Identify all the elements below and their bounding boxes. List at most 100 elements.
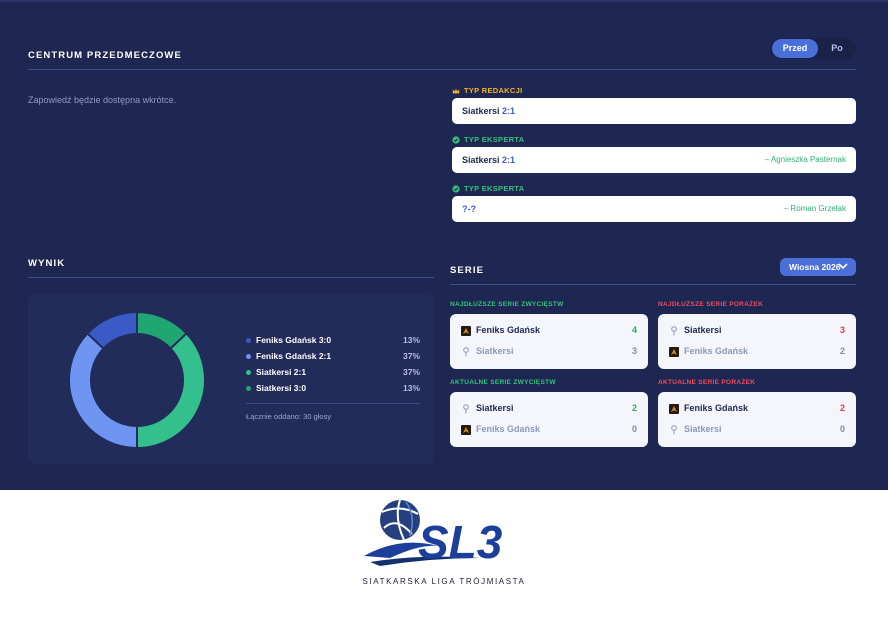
check-circle-icon bbox=[452, 184, 460, 193]
series-card: Siatkersi 2 Feniks Gdańsk 0 bbox=[450, 392, 648, 447]
series-row: Feniks Gdańsk 2 bbox=[669, 346, 845, 358]
series-value: 2 bbox=[631, 403, 637, 413]
siatkersi-logo-icon bbox=[463, 347, 469, 357]
poll-donut-chart bbox=[68, 311, 206, 449]
volleyball-icon bbox=[380, 499, 420, 541]
app-panel: CENTRUM PRZEDMECZOWE Przed Po Zapowiedź … bbox=[0, 0, 888, 490]
check-circle-icon bbox=[452, 135, 460, 144]
legend-dot bbox=[246, 370, 251, 375]
total-votes: Łącznie oddano: 30 głosy bbox=[246, 412, 332, 421]
result-divider bbox=[28, 277, 434, 278]
announcement-text: Zapowiedź będzie dostępna wkrótce. bbox=[28, 95, 177, 105]
feniks-logo-icon bbox=[669, 347, 679, 357]
top-border bbox=[0, 0, 888, 2]
tip-score: 2:1 bbox=[502, 155, 516, 165]
result-title: WYNIK bbox=[28, 258, 66, 269]
legend-label: Siatkersi 3:0 bbox=[256, 383, 307, 393]
series-row: Siatkersi 0 bbox=[669, 424, 845, 436]
series-heading: AKTUALNE SERIE PORAŻEK bbox=[658, 379, 756, 386]
siatkersi-logo-icon bbox=[463, 404, 469, 414]
feniks-logo-icon bbox=[669, 404, 679, 414]
series-value: 3 bbox=[839, 325, 845, 335]
tip-heading-expert-2: TYP EKSPERTA bbox=[452, 184, 524, 193]
series-team: Feniks Gdańsk bbox=[476, 424, 541, 434]
siatkersi-logo-icon bbox=[671, 326, 677, 336]
series-row: Siatkersi 2 bbox=[461, 403, 637, 415]
series-card: Feniks Gdańsk 4 Siatkersi 3 bbox=[450, 314, 648, 369]
series-card: Feniks Gdańsk 2 Siatkersi 0 bbox=[658, 392, 856, 447]
series-row: Feniks Gdańsk 0 bbox=[461, 424, 637, 436]
tip-team: Siatkersi bbox=[462, 106, 500, 116]
tip-heading-label: TYP REDAKCJI bbox=[464, 86, 523, 95]
legend-percent: 13% bbox=[402, 383, 420, 393]
series-row: Feniks Gdańsk 4 bbox=[461, 325, 637, 337]
series-value: 0 bbox=[839, 424, 845, 434]
series-title: SERIE bbox=[450, 265, 485, 276]
tip-card-expert-2: ?-? – Roman Grzelak bbox=[452, 196, 856, 222]
chevron-down-icon bbox=[838, 263, 848, 270]
series-row: Siatkersi 3 bbox=[461, 346, 637, 358]
season-dropdown[interactable]: Wiosna 2026 bbox=[780, 258, 856, 276]
series-team: Siatkersi bbox=[476, 346, 514, 356]
series-team: Siatkersi bbox=[684, 424, 722, 434]
tip-value: ?-? bbox=[462, 196, 476, 222]
legend-row: Feniks Gdańsk 3:0 13% bbox=[246, 335, 420, 347]
logo-text: SL3 bbox=[418, 516, 503, 568]
legend-label: Feniks Gdańsk 2:1 bbox=[256, 351, 332, 361]
legend-dot bbox=[246, 386, 251, 391]
tip-author: – Agnieszka Pasternak bbox=[764, 155, 846, 164]
toggle-before[interactable]: Przed bbox=[772, 39, 818, 58]
series-heading: AKTUALNE SERIE ZWYCIĘSTW bbox=[450, 379, 556, 386]
siatkersi-logo-icon bbox=[671, 425, 677, 435]
tip-heading-label: TYP EKSPERTA bbox=[464, 184, 525, 193]
legend-label: Siatkersi 2:1 bbox=[256, 367, 307, 377]
tip-heading-editorial: TYP REDAKCJI bbox=[452, 86, 522, 95]
tip-author: – Roman Grzelak bbox=[783, 204, 846, 213]
legend-label: Feniks Gdańsk 3:0 bbox=[256, 335, 332, 345]
tip-value: Siatkersi 2:1 bbox=[462, 147, 515, 173]
tip-score: ?-? bbox=[462, 204, 476, 214]
legend-percent: 37% bbox=[402, 351, 420, 361]
tip-heading-label: TYP EKSPERTA bbox=[464, 135, 525, 144]
footer: SL3 SIATKARSKA LIGA TRÓJMIASTA bbox=[0, 490, 888, 630]
series-row: Siatkersi 3 bbox=[669, 325, 845, 337]
series-value: 2 bbox=[839, 403, 845, 413]
series-value: 4 bbox=[631, 325, 637, 335]
series-row: Feniks Gdańsk 2 bbox=[669, 403, 845, 415]
tip-card-expert-1: Siatkersi 2:1 – Agnieszka Pasternak bbox=[452, 147, 856, 173]
series-team: Feniks Gdańsk bbox=[684, 346, 749, 356]
series-divider bbox=[450, 284, 856, 285]
donut-slice bbox=[68, 332, 138, 449]
legend-dot bbox=[246, 354, 251, 359]
series-team: Feniks Gdańsk bbox=[476, 325, 541, 335]
legend-row: Siatkersi 3:0 13% bbox=[246, 383, 420, 395]
series-heading: NAJDŁUŻSZE SERIE ZWYCIĘSTW bbox=[450, 301, 564, 308]
feniks-logo-icon bbox=[461, 425, 471, 435]
prematch-title: CENTRUM PRZEDMECZOWE bbox=[28, 50, 182, 61]
series-value: 2 bbox=[839, 346, 845, 356]
toggle-after[interactable]: Po bbox=[820, 39, 854, 58]
league-name: SIATKARSKA LIGA TRÓJMIASTA bbox=[362, 577, 526, 586]
tip-heading-expert-1: TYP EKSPERTA bbox=[452, 135, 524, 144]
series-value: 0 bbox=[631, 424, 637, 434]
donut-slice bbox=[136, 332, 206, 449]
legend-dot bbox=[246, 338, 251, 343]
legend-percent: 37% bbox=[402, 367, 420, 377]
sl3-logo: SL3 bbox=[364, 499, 503, 568]
series-card: Siatkersi 3 Feniks Gdańsk 2 bbox=[658, 314, 856, 369]
series-team: Siatkersi bbox=[476, 403, 514, 413]
legend-percent: 13% bbox=[402, 335, 420, 345]
tip-value: Siatkersi 2:1 bbox=[462, 98, 515, 124]
series-value: 3 bbox=[631, 346, 637, 356]
series-team: Siatkersi bbox=[684, 325, 722, 335]
before-after-toggle: Przed Po bbox=[770, 38, 856, 59]
crown-icon bbox=[452, 88, 460, 93]
legend-divider bbox=[246, 403, 420, 404]
season-value: Wiosna 2026 bbox=[789, 262, 841, 272]
legend-row: Siatkersi 2:1 37% bbox=[246, 367, 420, 379]
legend-row: Feniks Gdańsk 2:1 37% bbox=[246, 351, 420, 363]
tip-score: 2:1 bbox=[502, 106, 516, 116]
tip-card-editorial: Siatkersi 2:1 bbox=[452, 98, 856, 124]
tip-team: Siatkersi bbox=[462, 155, 500, 165]
feniks-logo-icon bbox=[461, 326, 471, 336]
